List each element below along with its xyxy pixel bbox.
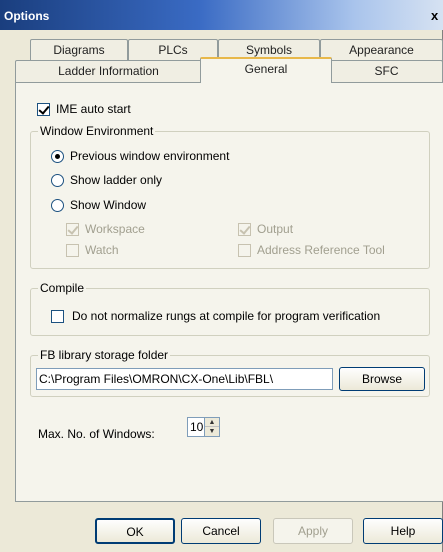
address-reference-tool-checkbox[interactable] (238, 244, 251, 257)
max-windows-spinner[interactable]: ▲ ▼ (204, 417, 220, 437)
window-title: Options (4, 9, 50, 23)
spin-up-icon[interactable]: ▲ (205, 418, 219, 427)
compile-title: Compile (38, 281, 87, 295)
window-environment-title: Window Environment (38, 124, 156, 138)
address-reference-tool-label: Address Reference Tool (257, 243, 385, 257)
ime-auto-start-label: IME auto start (56, 102, 131, 116)
show-window-label: Show Window (70, 198, 147, 212)
ime-auto-start-checkbox[interactable] (37, 103, 50, 116)
output-label: Output (257, 222, 294, 236)
options-dialog: Options x Diagrams PLCs Symbols Appearan… (0, 0, 443, 552)
tab-appearance[interactable]: Appearance (320, 39, 443, 61)
spin-down-icon[interactable]: ▼ (205, 427, 219, 436)
output-checkbox[interactable] (238, 223, 251, 236)
watch-checkbox[interactable] (66, 244, 79, 257)
browse-button[interactable]: Browse (339, 367, 425, 391)
radio-show-ladder-only[interactable] (51, 174, 64, 187)
tab-sfc[interactable]: SFC (330, 60, 443, 82)
cancel-button[interactable]: Cancel (181, 518, 261, 544)
show-ladder-only-label: Show ladder only (70, 173, 163, 187)
fb-library-title: FB library storage folder (38, 348, 171, 362)
watch-label: Watch (85, 243, 119, 257)
previous-window-environment-label: Previous window environment (70, 149, 230, 163)
do-not-normalize-rungs-label: Do not normalize rungs at compile for pr… (72, 309, 381, 323)
ok-button[interactable]: OK (95, 518, 175, 544)
title-bar: Options x (0, 0, 443, 30)
close-icon[interactable]: x (431, 9, 441, 24)
tab-ladder-information[interactable]: Ladder Information (15, 60, 202, 82)
help-button[interactable]: Help (363, 518, 443, 544)
do-not-normalize-rungs-checkbox[interactable] (51, 310, 64, 323)
workspace-label: Workspace (85, 222, 145, 236)
fb-library-path-input[interactable]: C:\Program Files\OMRON\CX-One\Lib\FBL\ (36, 368, 333, 390)
apply-button[interactable]: Apply (273, 518, 353, 544)
tab-general[interactable]: General (200, 57, 332, 83)
tab-diagrams[interactable]: Diagrams (30, 39, 128, 61)
workspace-checkbox[interactable] (66, 223, 79, 236)
radio-show-window[interactable] (51, 199, 64, 212)
max-windows-label: Max. No. of Windows: (38, 427, 155, 441)
radio-previous-window-environment[interactable] (51, 150, 64, 163)
